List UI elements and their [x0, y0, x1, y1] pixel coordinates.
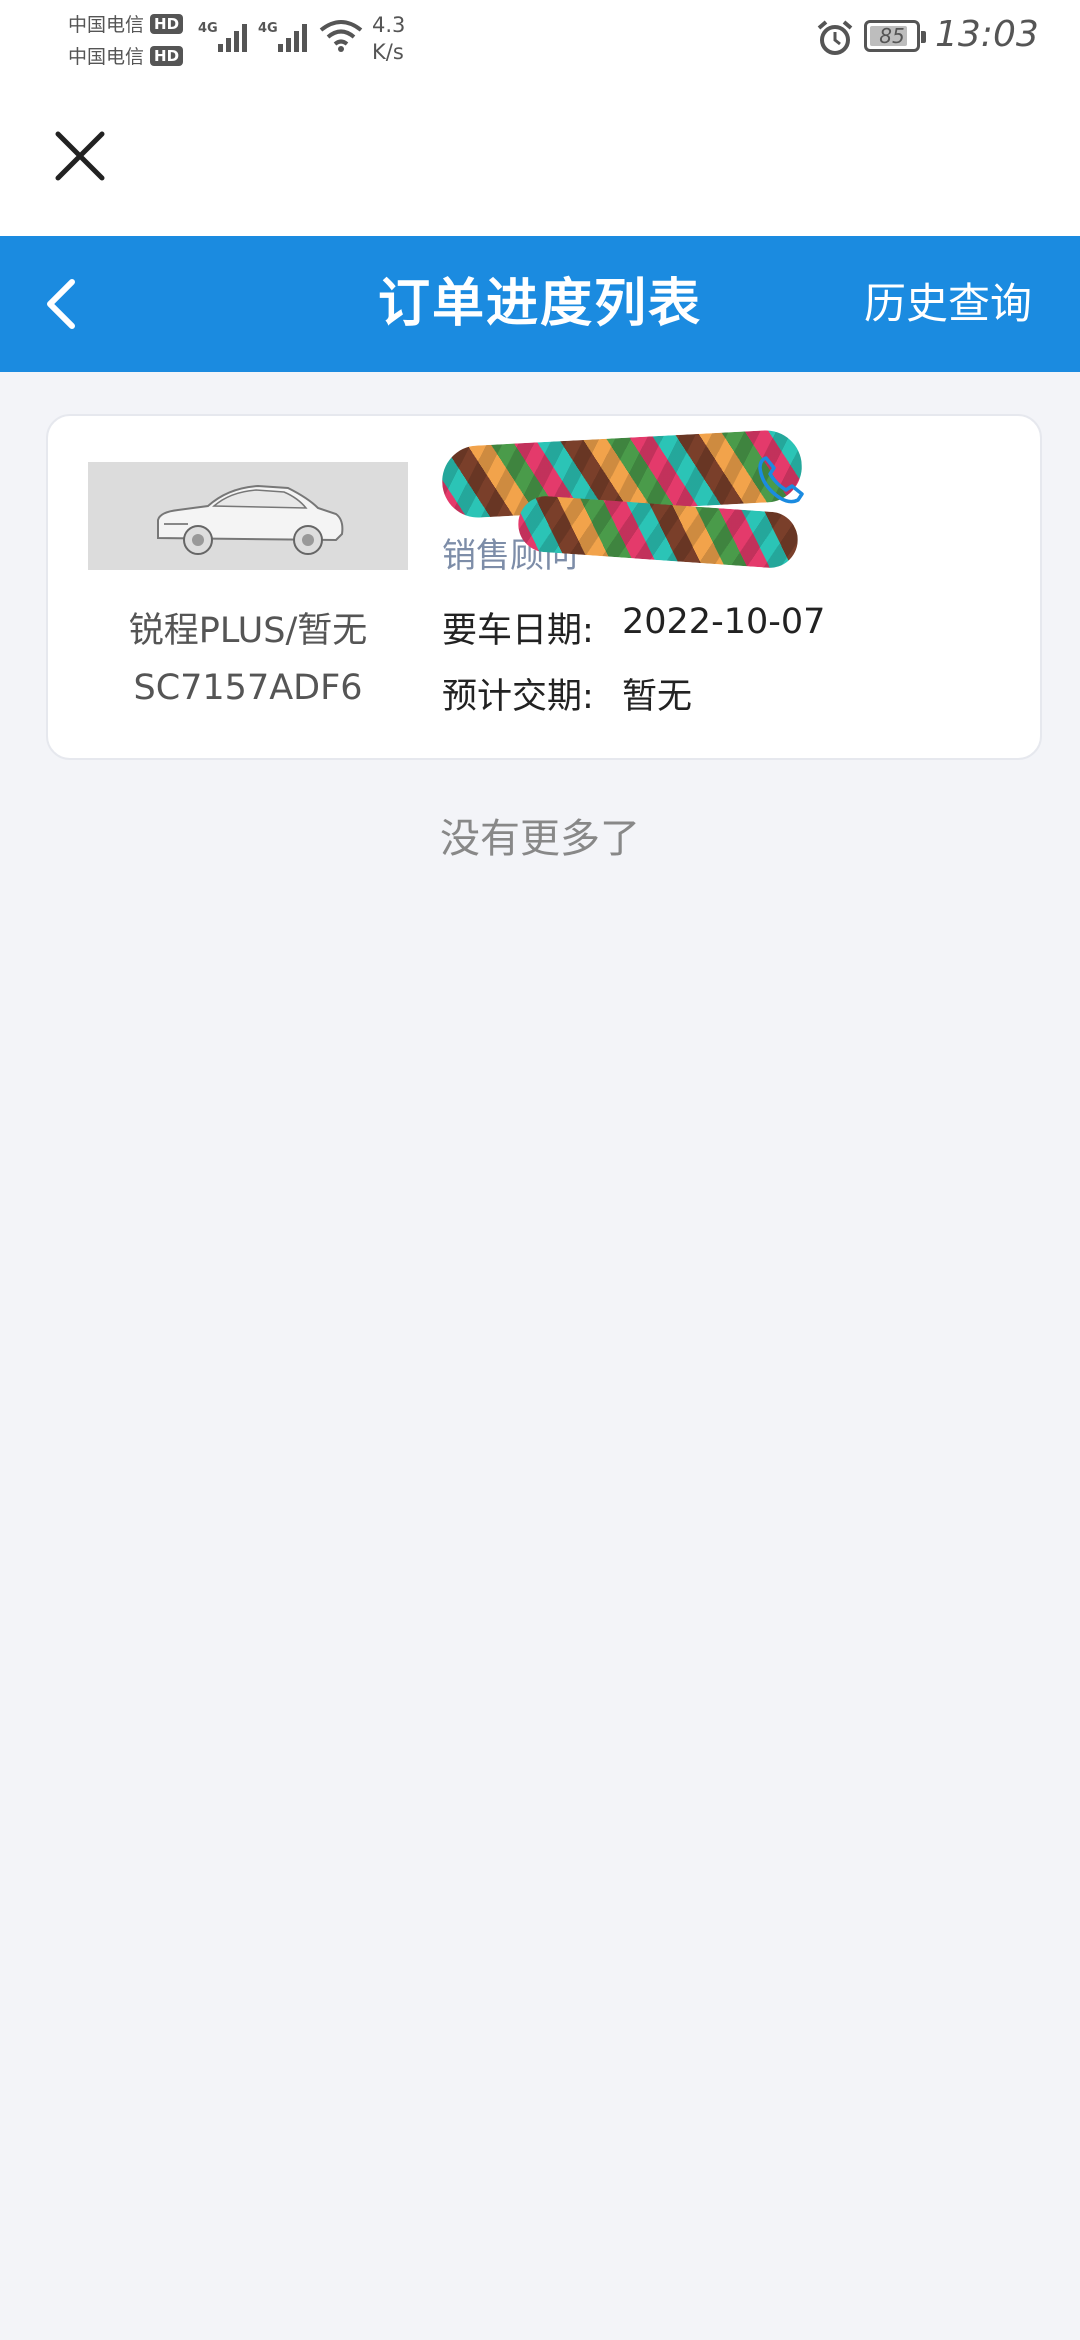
close-bar [0, 76, 1080, 236]
network-type-label: 4G [258, 21, 278, 36]
pickup-date-value: 2022-10-07 [622, 602, 826, 642]
delivery-label: 预计交期: [442, 677, 594, 717]
pickup-date-label: 要车日期: [442, 611, 594, 651]
car-vin: SC7157ADF6 [133, 668, 363, 708]
carrier-2-label: 中国电信 [68, 46, 145, 68]
back-icon[interactable] [36, 272, 96, 336]
order-card[interactable]: 锐程PLUS/暂无 SC7157ADF6 销售顾问 要车日期: 2022-10-… [46, 414, 1042, 760]
phone-icon[interactable] [754, 452, 808, 506]
delivery-row: 预计交期: 暂无 [442, 668, 692, 719]
battery-level: 85 [879, 24, 905, 48]
wifi-icon [318, 18, 364, 54]
battery-icon: 85 [864, 20, 926, 52]
network-speed-unit: K/s [372, 40, 404, 64]
network-speed-value: 4.3 [372, 13, 406, 37]
carrier-2: 中国电信 HD [68, 42, 184, 69]
status-time: 13:03 [935, 14, 1039, 55]
hd-badge: HD [150, 13, 184, 34]
car-icon [157, 484, 344, 555]
alarm-icon [815, 18, 855, 58]
history-query-button[interactable]: 历史查询 [864, 236, 1032, 372]
close-icon[interactable] [50, 126, 110, 186]
delivery-value: 暂无 [622, 677, 693, 717]
car-image [88, 462, 408, 570]
car-model: 锐程PLUS/暂无 [128, 611, 368, 651]
network-speed: 4.3 K/s [372, 12, 405, 66]
status-bar: 中国电信 HD 中国电信 HD 4G 4G 4.3 K/s 85 13:03 [0, 0, 1080, 76]
list-end-text: 没有更多了 [440, 816, 640, 862]
carrier-1: 中国电信 HD [68, 10, 184, 37]
signal-icon: 4G [258, 18, 318, 54]
network-type-label: 4G [198, 21, 218, 36]
pickup-date-row: 要车日期: 2022-10-07 [442, 602, 825, 653]
signal-icon: 4G [198, 18, 258, 54]
nav-bar: 订单进度列表 历史查询 [0, 236, 1080, 372]
carrier-1-label: 中国电信 [68, 14, 145, 36]
hd-badge: HD [150, 45, 184, 66]
